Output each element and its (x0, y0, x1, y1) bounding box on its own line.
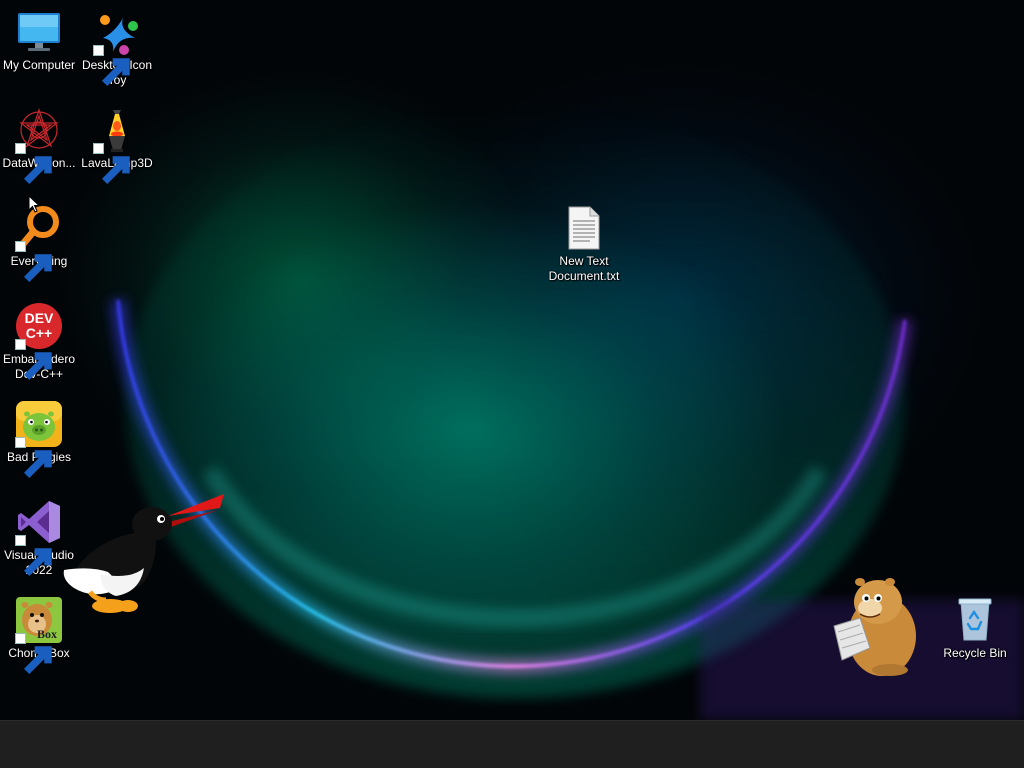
shortcut-arrow-icon (15, 241, 52, 282)
desktop-icon-recycle-bin[interactable]: Recycle Bin (937, 596, 1013, 661)
shortcut-arrow-icon (15, 143, 52, 184)
taskbar[interactable] (0, 720, 1024, 768)
monitor-icon (18, 13, 60, 51)
desktop-icon-label: New Text Document.txt (548, 254, 620, 283)
dev-cpp-logo-line1: DEV (25, 310, 54, 326)
desktop-icon-label: Recycle Bin (943, 646, 1007, 660)
desktop-icon-bad-piggies[interactable]: Bad Piggies (1, 400, 77, 478)
shortcut-arrow-icon (93, 45, 130, 86)
shortcut-arrow-icon (93, 143, 130, 184)
shortcut-arrow-icon (15, 535, 52, 576)
shortcut-arrow-icon (15, 339, 52, 380)
recycle-bin-icon (958, 598, 992, 641)
desktop-icon-label: My Computer (2, 58, 76, 72)
desktop-icon-my-computer[interactable]: My Computer (1, 8, 77, 73)
shortcut-arrow-icon (15, 633, 52, 674)
desktop-icon-desktop-icon-toy[interactable]: Desktop Icon Toy (79, 8, 155, 88)
text-file-icon (568, 206, 600, 250)
desktop[interactable]: My Computer Desktop Icon Toy DataWagon..… (0, 0, 1024, 720)
shortcut-arrow-icon (15, 437, 52, 478)
desktop-icon-new-text-document[interactable]: New Text Document.txt (546, 204, 622, 284)
desktop-icon-lavalamp3d[interactable]: LavaLamp3D (79, 106, 155, 184)
dev-cpp-logo-line2: C++ (26, 325, 52, 341)
desktop-icon-dev-cpp[interactable]: DEV C++ Embarcadero Dev-C++ (1, 302, 77, 382)
hamster-mascot[interactable] (830, 570, 922, 680)
mouse-cursor-icon (28, 195, 41, 213)
penguin-icon (63, 494, 224, 613)
desktop-icon-datawagon[interactable]: DataWagon... (1, 106, 77, 184)
hamster-icon (833, 578, 916, 676)
penguin-mascot[interactable] (60, 488, 228, 618)
